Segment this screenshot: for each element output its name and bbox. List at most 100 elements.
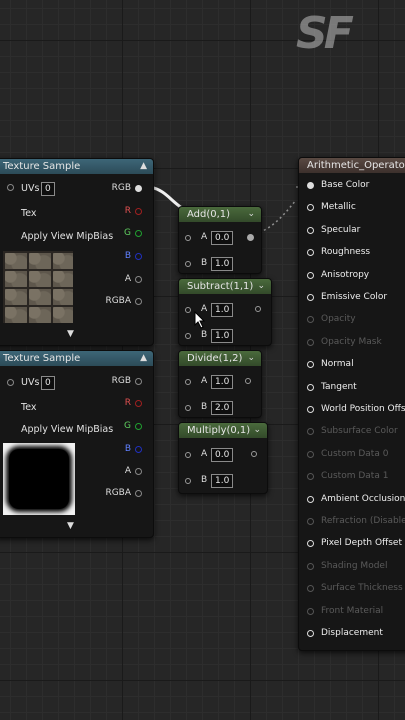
- material-input-pin[interactable]: [307, 585, 314, 593]
- output-pin[interactable]: [247, 234, 254, 241]
- collapse-chevron-icon[interactable]: ⌄: [247, 351, 255, 366]
- expand-chevron-icon[interactable]: ▼: [67, 521, 147, 531]
- material-pin-row[interactable]: Specular: [299, 225, 405, 239]
- material-pin-row[interactable]: Opacity: [299, 314, 405, 328]
- material-output-node[interactable]: Arithmetic_Operators Base Color Metallic S…: [298, 157, 405, 651]
- node-header[interactable]: Add(0,1) ⌄: [179, 207, 261, 222]
- material-input-pin[interactable]: [307, 294, 314, 301]
- b-output-pin[interactable]: [135, 446, 142, 453]
- material-input-pin[interactable]: [307, 495, 314, 503]
- uvs-input-pin[interactable]: [7, 184, 14, 191]
- material-input-pin[interactable]: [307, 316, 314, 324]
- material-pin-row[interactable]: Refraction (Disabled): [299, 516, 405, 530]
- material-input-pin[interactable]: [307, 518, 314, 525]
- subtract-node[interactable]: Subtract(1,1) ⌄ A 1.0 B 1.0: [178, 278, 272, 346]
- a-value-field[interactable]: 1.0: [211, 303, 234, 317]
- b-value-field[interactable]: 2.0: [211, 401, 234, 415]
- material-input-pin[interactable]: [307, 540, 314, 548]
- b-value-field[interactable]: 1.0: [211, 257, 234, 271]
- material-pin-row[interactable]: Pixel Depth Offset: [299, 538, 405, 552]
- b-input-pin[interactable]: [185, 261, 191, 267]
- a-output-pin[interactable]: [135, 468, 142, 475]
- output-pin[interactable]: [255, 306, 261, 312]
- output-pin[interactable]: [245, 378, 251, 384]
- collapse-chevron-icon[interactable]: ⌄: [253, 423, 261, 438]
- material-input-pin[interactable]: [307, 383, 314, 391]
- material-input-pin[interactable]: [307, 562, 314, 570]
- rgba-output-pin[interactable]: [135, 490, 142, 497]
- material-input-pin[interactable]: [307, 607, 314, 615]
- material-pin-row[interactable]: Ambient Occlusion: [299, 494, 405, 508]
- b-value-field[interactable]: 1.0: [211, 329, 234, 343]
- a-value-field[interactable]: 0.0: [211, 448, 234, 462]
- material-pin-row[interactable]: Surface Thickness: [299, 583, 405, 597]
- expand-chevron-icon[interactable]: ▼: [67, 329, 147, 339]
- material-pin-row[interactable]: Emissive Color: [299, 292, 405, 306]
- material-input-pin[interactable]: [307, 226, 314, 234]
- collapse-chevron-icon[interactable]: ⌄: [257, 279, 265, 294]
- material-input-pin[interactable]: [307, 271, 314, 279]
- material-pin-row[interactable]: Displacement: [299, 628, 405, 642]
- collapse-chevron-icon[interactable]: ▲: [140, 159, 147, 174]
- material-pin-row[interactable]: Shading Model: [299, 561, 405, 575]
- a-input-pin[interactable]: [185, 235, 191, 241]
- material-pin-row[interactable]: Normal: [299, 359, 405, 373]
- a-input-pin[interactable]: [185, 379, 191, 385]
- add-node[interactable]: Add(0,1) ⌄ A 0.0 B 1.0: [178, 206, 262, 274]
- rgb-output-pin[interactable]: [135, 185, 142, 192]
- material-pin-row[interactable]: Subsurface Color: [299, 426, 405, 440]
- b-input-pin[interactable]: [185, 478, 191, 484]
- material-input-pin[interactable]: [307, 338, 314, 346]
- collapse-chevron-icon[interactable]: ▲: [140, 351, 147, 366]
- r-output-pin[interactable]: [135, 400, 142, 407]
- node-header[interactable]: Subtract(1,1) ⌄: [179, 279, 271, 294]
- node-header[interactable]: Divide(1,2) ⌄: [179, 351, 261, 366]
- divide-node[interactable]: Divide(1,2) ⌄ A 1.0 B 2.0: [178, 350, 262, 418]
- a-output-pin[interactable]: [135, 276, 142, 283]
- material-pin-row[interactable]: Tangent: [299, 382, 405, 396]
- material-pin-row[interactable]: Front Material: [299, 606, 405, 620]
- material-input-pin[interactable]: [307, 406, 314, 413]
- material-pin-row[interactable]: Base Color: [299, 180, 405, 194]
- rgba-output-pin[interactable]: [135, 298, 142, 305]
- node-header[interactable]: Multiply(0,1) ⌄: [179, 423, 267, 438]
- material-pin-row[interactable]: Anisotropy: [299, 270, 405, 284]
- material-input-pin[interactable]: [307, 249, 314, 257]
- multiply-node[interactable]: Multiply(0,1) ⌄ A 0.0 B 1.0: [178, 422, 268, 494]
- r-output-pin[interactable]: [135, 208, 142, 215]
- b-value-field[interactable]: 1.0: [211, 474, 234, 488]
- a-input-pin[interactable]: [185, 452, 191, 458]
- material-input-pin[interactable]: [307, 473, 314, 481]
- material-input-pin[interactable]: [307, 182, 314, 189]
- material-pin-row[interactable]: World Position Offset: [299, 404, 405, 418]
- material-input-pin[interactable]: [307, 630, 314, 637]
- a-input-pin[interactable]: [185, 307, 191, 313]
- material-input-pin[interactable]: [307, 204, 314, 212]
- node-header[interactable]: Texture Sample ▲: [0, 159, 153, 174]
- material-pin-row[interactable]: Roughness: [299, 247, 405, 261]
- uvs-input-pin[interactable]: [7, 379, 14, 386]
- b-output-pin[interactable]: [135, 253, 142, 260]
- material-input-pin[interactable]: [307, 428, 314, 436]
- b-input-pin[interactable]: [185, 405, 191, 411]
- material-input-pin[interactable]: [307, 361, 314, 369]
- output-pin[interactable]: [251, 451, 257, 457]
- collapse-chevron-icon[interactable]: ⌄: [247, 207, 255, 222]
- material-input-pin[interactable]: [307, 450, 314, 458]
- material-pin-row[interactable]: Opacity Mask: [299, 337, 405, 351]
- b-input-pin[interactable]: [185, 333, 191, 339]
- a-value-field[interactable]: 0.0: [211, 231, 234, 245]
- texture-sample-node-2[interactable]: Texture Sample ▲ UVs 0 Tex Apply View Mi…: [0, 350, 154, 538]
- material-pin-row[interactable]: Custom Data 0: [299, 449, 405, 463]
- node-header[interactable]: Texture Sample ▲: [0, 351, 153, 366]
- g-output-pin[interactable]: [135, 230, 142, 237]
- material-pin-row[interactable]: Metallic: [299, 202, 405, 216]
- g-output-pin[interactable]: [135, 423, 142, 430]
- texture-sample-node-1[interactable]: Texture Sample ▲ UVs 0 Tex Apply View Mi…: [0, 158, 154, 346]
- uvs-index-field[interactable]: 0: [41, 376, 55, 390]
- node-header[interactable]: Arithmetic_Operators: [299, 158, 405, 173]
- uvs-index-field[interactable]: 0: [41, 182, 55, 196]
- rgb-output-pin[interactable]: [135, 378, 142, 385]
- a-value-field[interactable]: 1.0: [211, 375, 234, 389]
- material-pin-row[interactable]: Custom Data 1: [299, 471, 405, 485]
